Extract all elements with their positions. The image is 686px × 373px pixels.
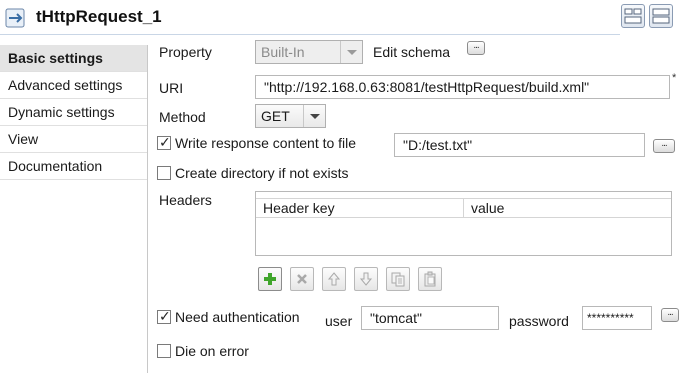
response-file-input[interactable]: "D:/test.txt" [394, 133, 645, 157]
sidebar-item-documentation[interactable]: Documentation [0, 153, 147, 180]
add-row-icon[interactable] [258, 267, 282, 291]
write-response-label: Write response content to file [175, 135, 357, 151]
sidebar-item-advanced-settings[interactable]: Advanced settings [0, 72, 147, 99]
paste-icon[interactable] [418, 267, 442, 291]
required-marker: * [672, 72, 677, 84]
edit-schema-label: Edit schema [373, 44, 451, 60]
password-input[interactable]: ********** [582, 306, 652, 330]
die-on-error-label: Die on error [175, 343, 249, 359]
uri-input[interactable]: "http://192.168.0.63:8081/testHttpReques… [255, 75, 670, 99]
headers-table[interactable]: Header key value [255, 191, 672, 256]
move-up-icon[interactable] [322, 267, 346, 291]
create-directory-label: Create directory if not exists [175, 165, 349, 181]
edit-schema-button[interactable]: ... [467, 41, 485, 55]
die-on-error-checkbox[interactable] [157, 344, 171, 358]
copy-icon[interactable] [386, 267, 410, 291]
uri-label: URI [159, 80, 184, 96]
password-label: password [509, 313, 569, 329]
column-header-value[interactable]: value [464, 199, 671, 217]
http-component-icon [5, 8, 25, 28]
user-label: user [325, 313, 353, 329]
method-value: GET [261, 108, 290, 124]
property-value: Built-In [261, 44, 305, 60]
password-edit-button[interactable]: ... [661, 308, 679, 322]
component-title: tHttpRequest_1 [36, 7, 162, 26]
create-directory-checkbox[interactable] [157, 166, 171, 180]
move-down-icon[interactable] [354, 267, 378, 291]
sidebar-item-dynamic-settings[interactable]: Dynamic settings [0, 99, 147, 126]
sidebar-item-view[interactable]: View [0, 126, 147, 153]
settings-sidebar: Basic settings Advanced settings Dynamic… [0, 45, 148, 373]
headers-label: Headers [159, 192, 212, 208]
write-response-checkbox[interactable] [157, 134, 171, 151]
method-select[interactable]: GET [255, 104, 326, 128]
split-layout-icon[interactable] [649, 4, 673, 28]
remove-row-icon[interactable] [290, 267, 314, 291]
component-header: tHttpRequest_1 [0, 0, 686, 36]
need-authentication-checkbox[interactable] [157, 308, 171, 325]
headers-table-header: Header key value [256, 198, 671, 218]
sidebar-item-basic-settings[interactable]: Basic settings [0, 45, 147, 72]
property-label: Property [159, 44, 212, 60]
chevron-down-icon [303, 105, 325, 127]
column-header-key[interactable]: Header key [256, 199, 464, 217]
user-input[interactable]: "tomcat" [361, 306, 499, 330]
tab-layout-icon[interactable] [621, 4, 645, 28]
header-divider [0, 34, 620, 35]
property-select[interactable]: Built-In [255, 40, 363, 64]
chevron-down-icon [340, 41, 362, 63]
browse-file-button[interactable]: ... [653, 139, 675, 153]
method-label: Method [159, 109, 206, 125]
need-authentication-label: Need authentication [175, 309, 300, 325]
